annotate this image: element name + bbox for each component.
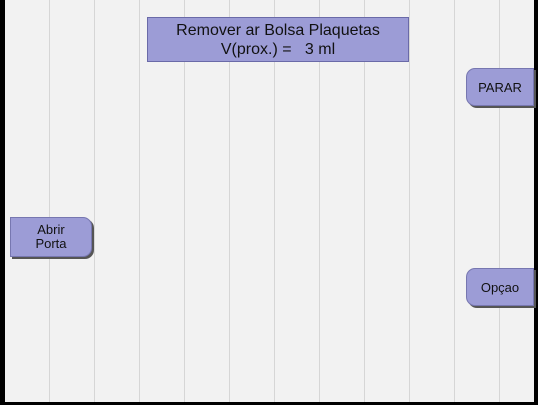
device-screen: Remover ar Bolsa Plaquetas V(prox.) = 3 … [0,0,538,405]
volume-readout: V(prox.) = 3 ml [220,41,336,58]
option-button-label: Opçao [480,279,520,295]
open-door-button[interactable]: Abrir Porta [10,217,92,257]
option-button[interactable]: Opçao [466,268,534,306]
status-message: Remover ar Bolsa Plaquetas [176,22,380,39]
open-door-label-line1: Abrir [37,222,65,237]
stop-button[interactable]: PARAR [466,68,534,106]
open-door-label-line2: Porta [35,236,67,251]
status-panel: Remover ar Bolsa Plaquetas V(prox.) = 3 … [147,17,409,62]
stop-button-label: PARAR [478,79,522,95]
